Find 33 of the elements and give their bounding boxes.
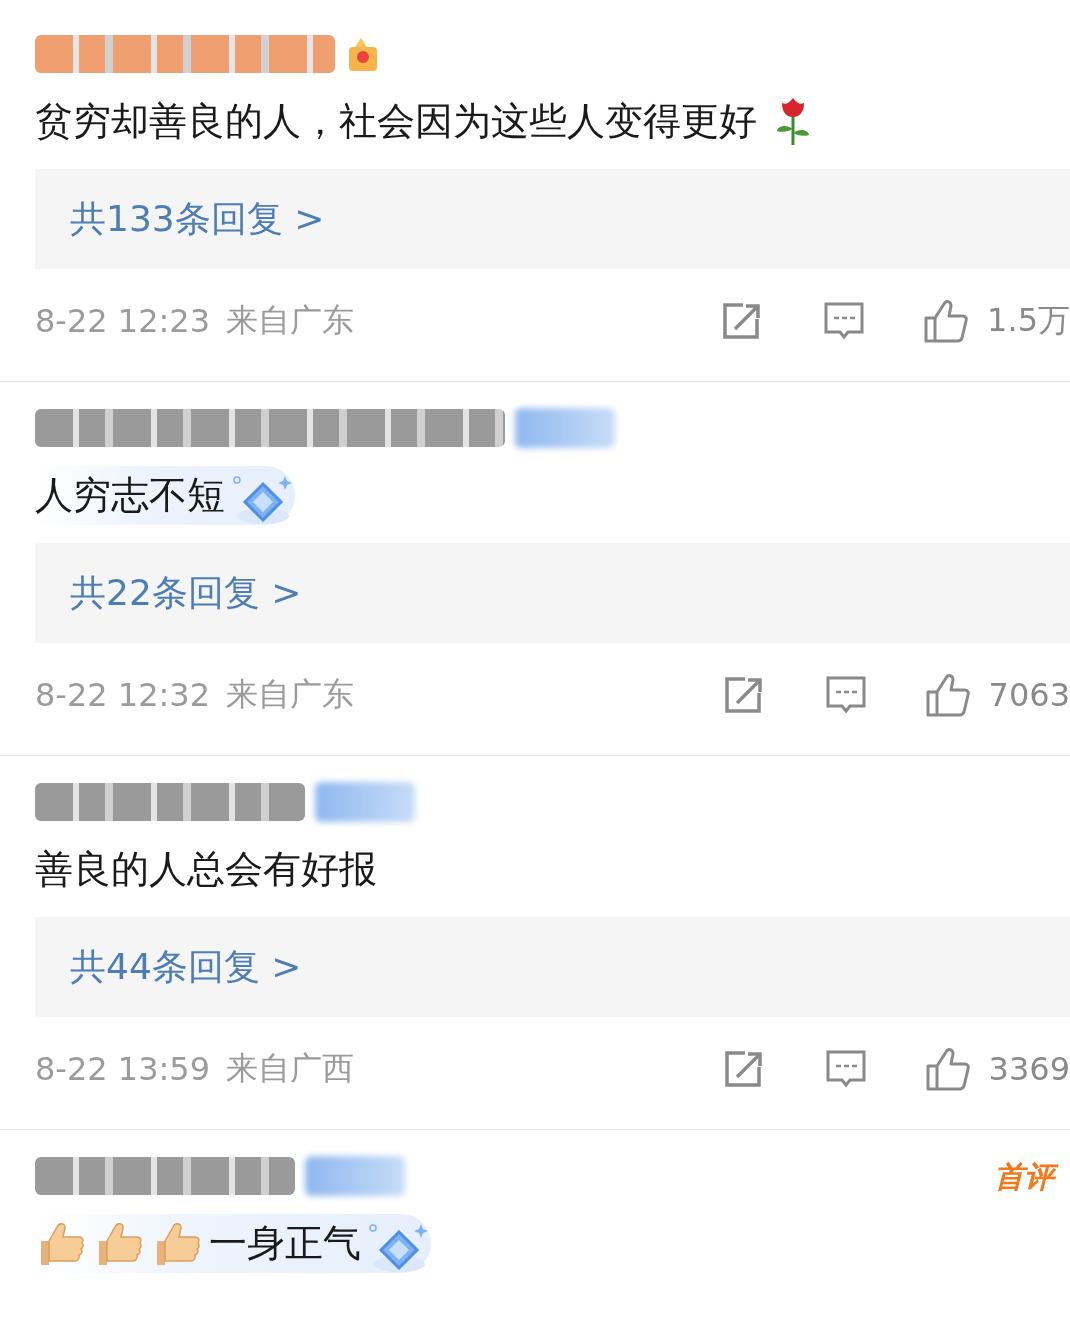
thumbs-up-icon <box>924 672 971 718</box>
like-button[interactable]: 1.5万 <box>923 298 1070 344</box>
comment-button[interactable] <box>824 1049 867 1089</box>
comment-icon <box>824 1049 867 1089</box>
comment-time: 8-22 12:32 <box>35 676 210 714</box>
replies-link[interactable]: 共44条回复 > <box>70 942 302 992</box>
replies-link[interactable]: 共22条回复 > <box>70 568 302 618</box>
comment-text: 善良的人总会有好报 <box>35 846 377 893</box>
comment-text: 贫穷却善良的人，社会因为这些人变得更好 <box>35 98 757 145</box>
share-icon <box>722 1049 765 1089</box>
comment-time: 8-22 12:23 <box>35 302 210 340</box>
comment-icon <box>823 301 866 341</box>
comment-location: 来自广西 <box>226 1048 354 1089</box>
comment-button[interactable] <box>824 675 867 715</box>
replies-link[interactable]: 共133条回复 > <box>70 194 325 244</box>
share-icon <box>722 675 765 715</box>
thumbs-up-icon <box>923 298 970 344</box>
like-button[interactable]: 3369 <box>924 1046 1070 1092</box>
comment-time: 8-22 13:59 <box>35 1050 210 1088</box>
like-button[interactable]: 7063 <box>924 672 1070 718</box>
share-button[interactable] <box>722 675 765 715</box>
blurred-username[interactable] <box>35 1157 295 1195</box>
comment-icon <box>824 675 867 715</box>
comment-text: 一身正气 <box>209 1220 361 1267</box>
share-button[interactable] <box>722 1049 765 1089</box>
blurred-username[interactable] <box>35 409 505 447</box>
comment-button[interactable] <box>823 301 866 341</box>
comment-location: 来自广东 <box>226 300 354 341</box>
thumbs-up-icon <box>924 1046 971 1092</box>
comment-text: 人穷志不短 <box>35 472 225 519</box>
first-comment-tag: 首评 <box>992 1156 1060 1196</box>
blurred-username[interactable] <box>35 783 305 821</box>
comment-location: 来自广东 <box>226 674 354 715</box>
